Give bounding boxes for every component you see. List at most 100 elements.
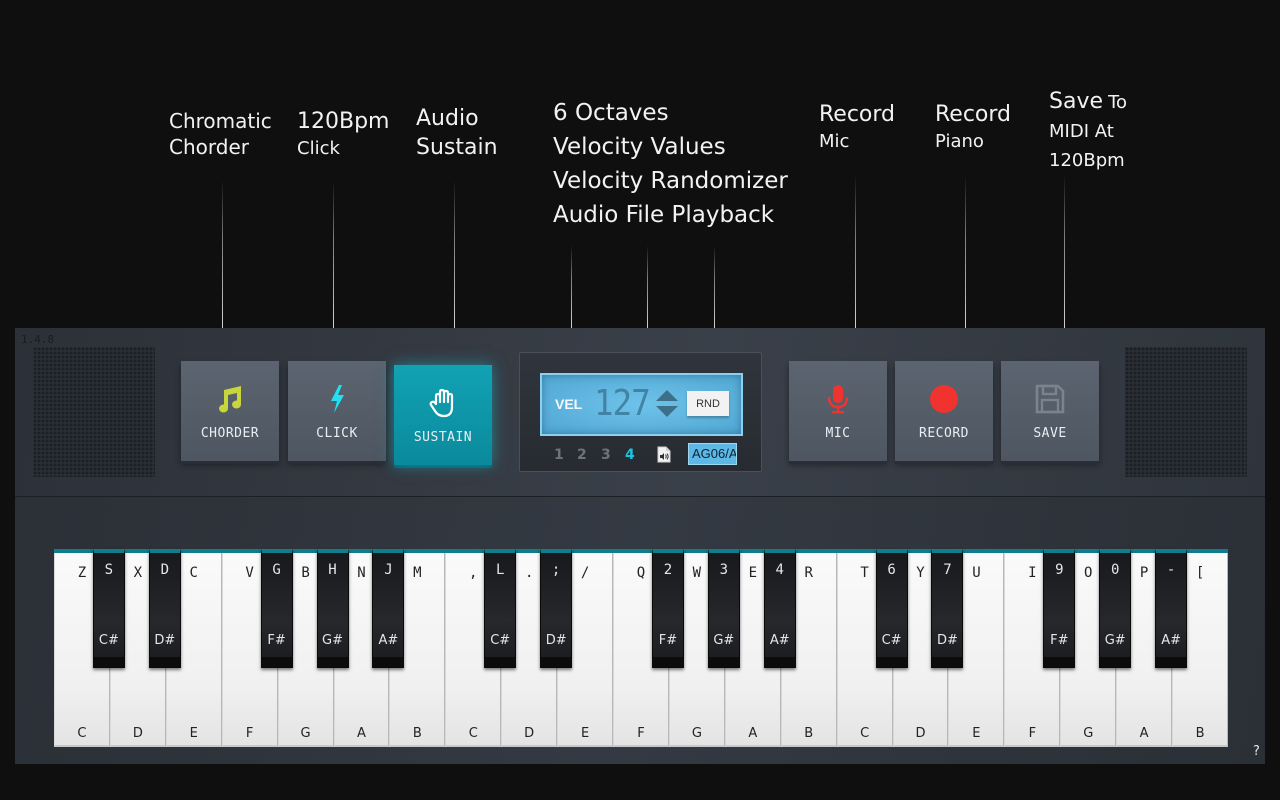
annotation-line: Mic <box>819 130 850 152</box>
note-label: A# <box>378 633 399 648</box>
note-label: C# <box>490 633 511 648</box>
black-key[interactable]: G F# <box>260 549 293 668</box>
black-key[interactable]: H G# <box>316 549 349 668</box>
note-label: A <box>357 726 366 741</box>
key-shortcut-label: 4 <box>775 562 784 578</box>
note-label: G# <box>713 633 735 648</box>
note-label: B <box>804 726 814 741</box>
click-label: CLICK <box>316 425 358 441</box>
annotation-line: Chromatic <box>169 109 272 133</box>
audio-file-icon[interactable] <box>657 446 671 463</box>
black-key[interactable]: J A# <box>372 549 405 668</box>
connector-line <box>1064 175 1065 328</box>
randomize-velocity-button[interactable]: RND <box>687 391 729 416</box>
sustain-button[interactable]: SUSTAIN <box>394 365 492 465</box>
annotation-sustain: Audio Sustain <box>416 105 498 162</box>
note-label: C <box>77 726 87 741</box>
note-label: C <box>468 726 478 741</box>
sustain-label: SUSTAIN <box>413 429 473 445</box>
save-label: SAVE <box>1033 425 1067 441</box>
black-key[interactable]: D D# <box>148 549 181 668</box>
note-label: G# <box>322 633 343 648</box>
note-label: E <box>972 726 981 741</box>
annotation-line: Save To <box>1049 87 1127 117</box>
note-label: B <box>412 726 422 741</box>
record-button[interactable]: RECORD <box>895 361 993 461</box>
help-button[interactable]: ? <box>1253 744 1260 759</box>
note-label: B <box>1195 726 1205 741</box>
black-key[interactable]: 7 D# <box>931 549 964 668</box>
note-label: F <box>637 726 645 741</box>
microphone-icon <box>827 384 849 413</box>
note-label: A <box>748 726 758 741</box>
annotation-line: Sustain <box>416 134 498 160</box>
octave-3-button[interactable]: 3 <box>601 447 611 463</box>
note-label: D <box>524 726 535 741</box>
record-dot-icon <box>930 384 958 413</box>
piano-device: 1.4.8 CHORDER CLICK SUSTAIN VEL 127 RND … <box>15 328 1265 764</box>
version-label: 1.4.8 <box>21 333 55 346</box>
note-label: A# <box>769 633 790 648</box>
key-shortcut-label: 6 <box>887 562 896 578</box>
note-label: G# <box>1104 633 1126 648</box>
mic-button[interactable]: MIC <box>789 361 887 461</box>
black-key[interactable]: 6 C# <box>875 549 908 668</box>
connector-line <box>333 180 334 328</box>
black-key[interactable]: 3 G# <box>707 549 740 668</box>
velocity-up-arrow-icon[interactable] <box>656 390 678 401</box>
annotation-line: 6 Octaves <box>553 100 669 126</box>
note-label: C# <box>881 633 902 648</box>
click-button[interactable]: CLICK <box>288 361 386 461</box>
key-shortcut-label: S <box>104 562 114 578</box>
note-label: A <box>1139 726 1149 741</box>
chorder-button[interactable]: CHORDER <box>181 361 279 461</box>
black-key[interactable]: 0 G# <box>1099 549 1132 668</box>
annotation-line: Audio File Playback <box>553 202 775 228</box>
connector-line <box>454 180 455 328</box>
annotation-line: Click <box>297 137 340 159</box>
key-shortcut-label: 9 <box>1055 562 1064 578</box>
key-shortcut-label: 0 <box>1110 562 1120 578</box>
annotation-line: Chorder <box>169 135 249 159</box>
control-panel: 1.4.8 CHORDER CLICK SUSTAIN VEL 127 RND … <box>15 328 1265 496</box>
black-key[interactable]: S C# <box>92 549 125 668</box>
octave-4-button[interactable]: 4 <box>625 447 635 463</box>
lightning-icon <box>331 384 344 413</box>
annotation-line: 120Bpm <box>297 109 390 134</box>
floppy-disk-icon <box>1035 384 1065 413</box>
note-label: D# <box>154 633 176 648</box>
velocity-down-arrow-icon[interactable] <box>656 406 678 417</box>
lcd-screen: VEL 127 RND <box>540 373 743 436</box>
octave-1-button[interactable]: 1 <box>554 447 564 463</box>
black-key[interactable]: 9 F# <box>1043 549 1076 668</box>
annotation-line: Velocity Randomizer <box>553 168 788 194</box>
note-label: G <box>1083 726 1094 741</box>
key-shortcut-label: L <box>496 562 505 578</box>
annotation-line: Record <box>819 102 896 127</box>
connector-line <box>222 180 223 328</box>
note-label: D <box>132 726 143 741</box>
note-label: A# <box>1161 633 1181 648</box>
chorder-label: CHORDER <box>200 425 260 441</box>
velocity-display-module: VEL 127 RND 1 2 3 4 AG06/A <box>519 352 762 472</box>
annotation-display: 6 Octaves Velocity Values Velocity Rando… <box>553 96 788 232</box>
black-key[interactable]: - A# <box>1155 549 1188 668</box>
note-label: C# <box>98 633 119 648</box>
key-shortcut-label: ; <box>551 562 561 578</box>
save-button[interactable]: SAVE <box>1001 361 1099 461</box>
velocity-value: 127 <box>594 383 651 424</box>
annotation-mic: Record Mic <box>819 101 895 153</box>
audio-file-name-field[interactable]: AG06/A <box>688 443 737 465</box>
connector-line <box>714 245 715 328</box>
speaker-grille-left <box>33 347 155 477</box>
black-key[interactable]: 2 F# <box>651 549 684 668</box>
black-key[interactable]: L C# <box>484 549 517 668</box>
note-label: F <box>245 726 254 741</box>
black-key[interactable]: 4 A# <box>763 549 796 668</box>
hand-icon <box>429 388 454 417</box>
annotation-line: Velocity Values <box>553 134 726 160</box>
annotation-word: Save <box>1049 89 1104 114</box>
black-key[interactable]: ; D# <box>540 549 573 668</box>
panel-divider <box>15 496 1265 497</box>
octave-2-button[interactable]: 2 <box>577 447 587 463</box>
